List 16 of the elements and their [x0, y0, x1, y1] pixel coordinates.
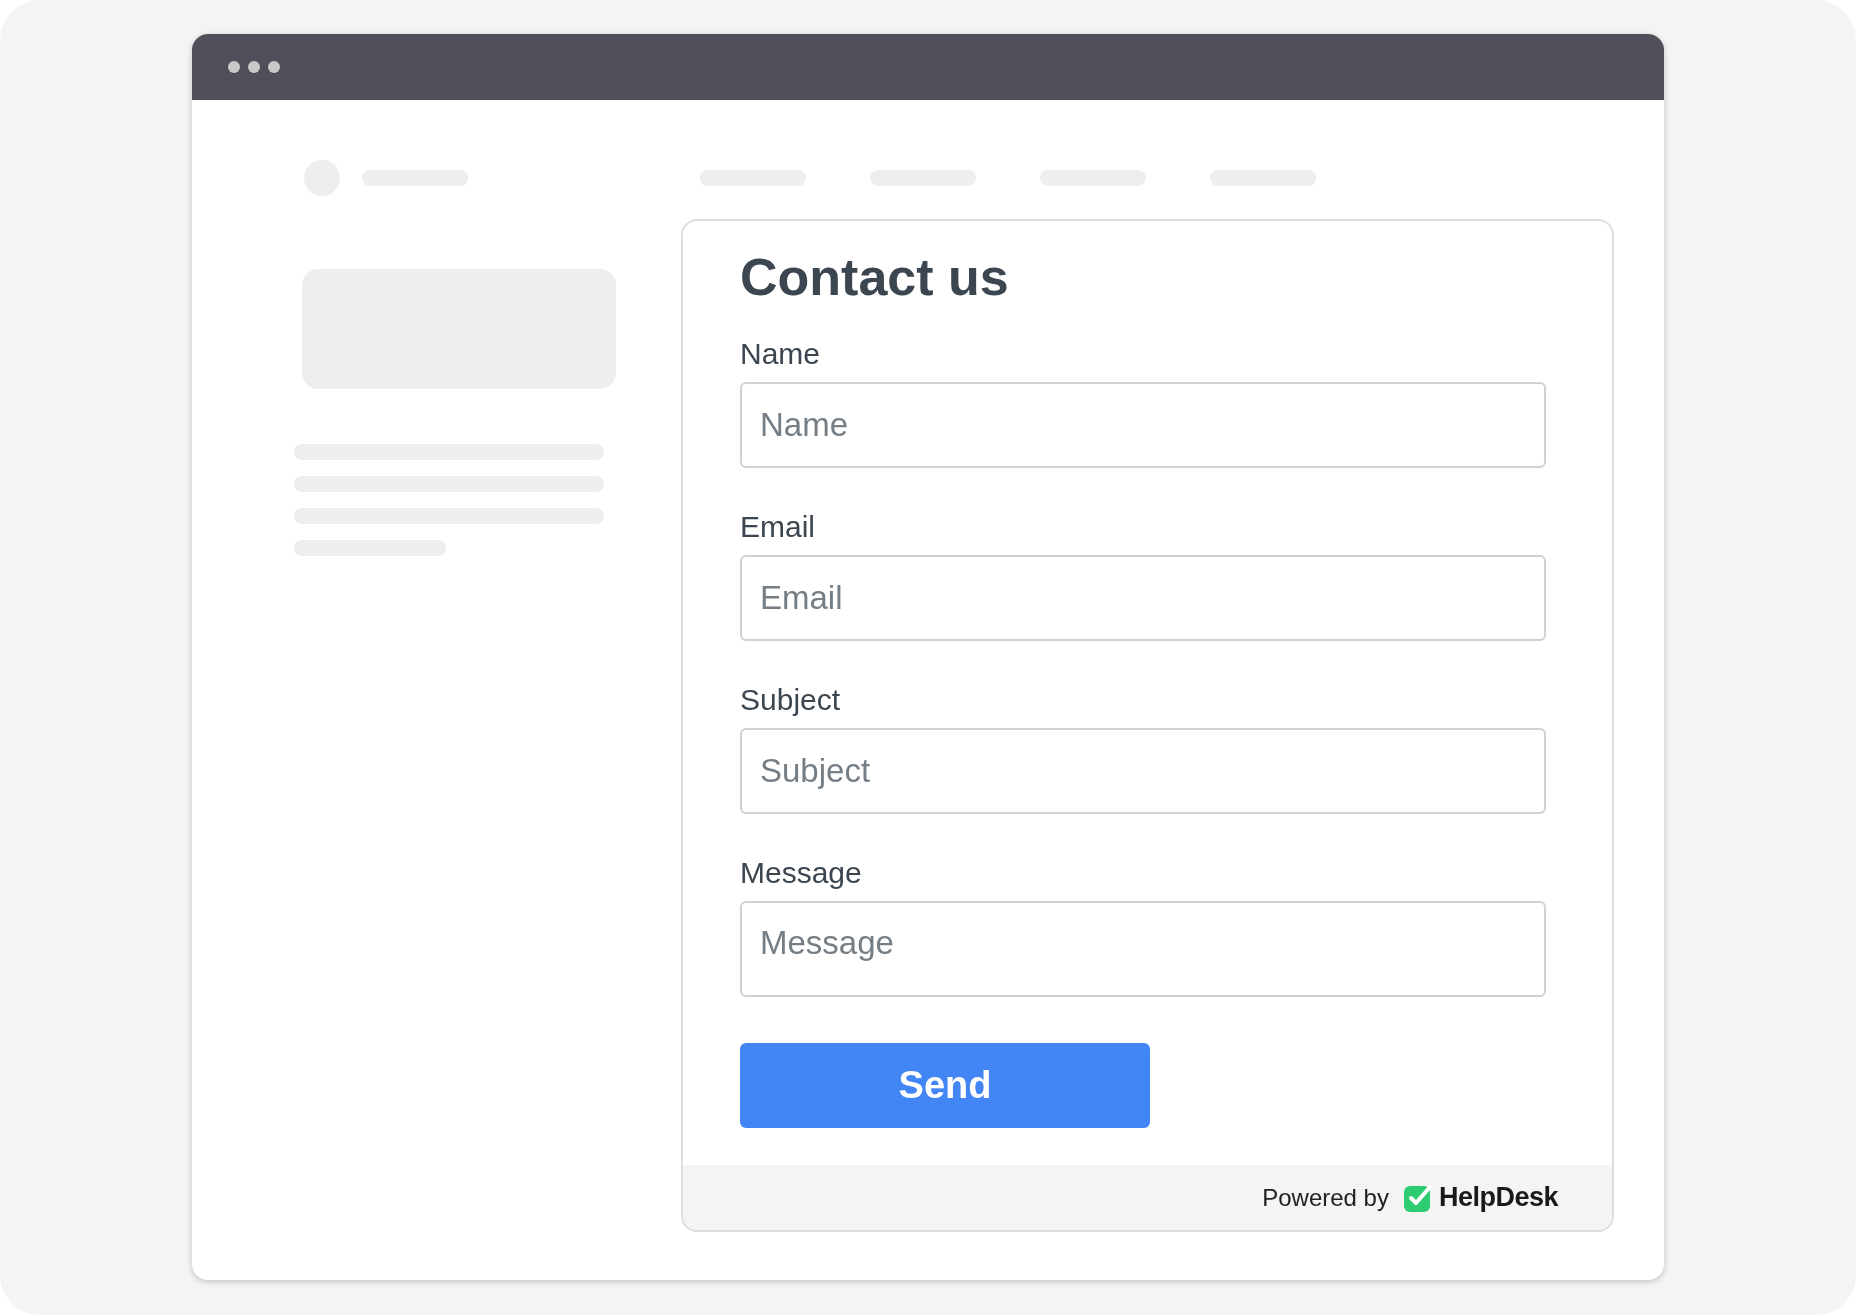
- field-label: Name: [740, 336, 822, 372]
- input-field[interactable]: Email: [740, 555, 1546, 641]
- send-button[interactable]: Send: [740, 1043, 1150, 1128]
- input-field[interactable]: Subject: [740, 728, 1546, 814]
- checkbox-tick-icon: [1402, 1182, 1433, 1213]
- form-title: Contact us: [740, 247, 1010, 307]
- field-label: Message: [740, 855, 863, 891]
- field-label: Subject: [740, 682, 842, 718]
- window-dot-icon: [268, 61, 280, 73]
- powered-by-text: Powered by: [1262, 1182, 1389, 1213]
- brand-name: HelpDesk: [1438, 1181, 1558, 1215]
- input-field[interactable]: Name: [740, 382, 1546, 468]
- window-dot-icon: [248, 61, 260, 73]
- message-field[interactable]: Message: [740, 901, 1546, 997]
- window-dot-icon: [228, 61, 240, 73]
- field-label: Email: [740, 509, 816, 545]
